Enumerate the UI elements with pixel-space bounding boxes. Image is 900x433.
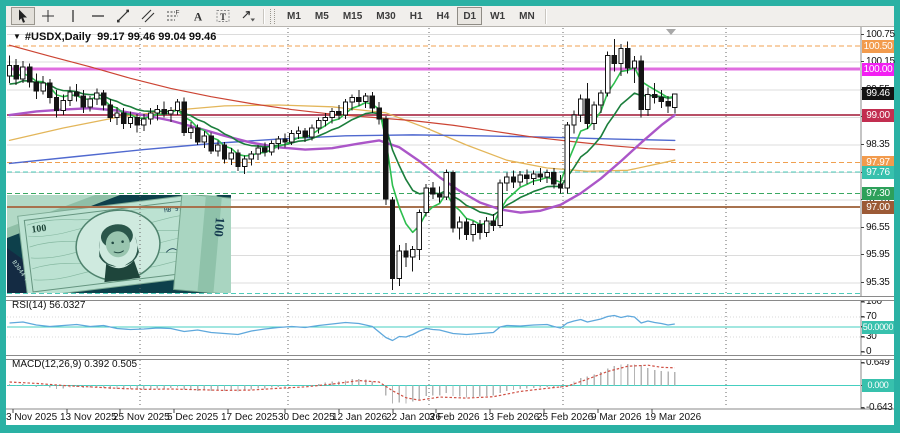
timeframe-button-m1[interactable]: M1 (281, 7, 307, 25)
fibonacci-tool-button[interactable]: F (161, 7, 185, 25)
price-level-badge: 100.00 (862, 63, 894, 76)
svg-text:F: F (175, 10, 179, 17)
ma-red (10, 45, 675, 149)
svg-text:T: T (219, 12, 225, 22)
text-icon: A (190, 8, 206, 24)
date-label: 25 Feb 2026 (537, 412, 593, 423)
indicator-level-badge: 50.0000 (862, 321, 894, 334)
timeframe-button-m5[interactable]: M5 (309, 7, 335, 25)
symbol-name: #USDX,Daily (25, 31, 91, 43)
vertical-line-icon (65, 8, 81, 24)
rsi-panel-splitter[interactable] (6, 296, 894, 301)
price-tick: 95.95 (866, 249, 898, 260)
channel-tool-button[interactable] (136, 7, 160, 25)
timeframe-button-m15[interactable]: M15 (337, 7, 368, 25)
shapes-tool-button[interactable] (236, 7, 260, 25)
macd-value: 0.392 0.505 (84, 359, 137, 370)
timeframe-button-w1[interactable]: W1 (484, 7, 511, 25)
date-label: 3 Feb 2026 (429, 412, 480, 423)
timeframe-button-mn[interactable]: MN (513, 7, 541, 25)
indicator-level-badge: 0.000 (862, 379, 894, 392)
price-level-badge: 97.30 (862, 187, 894, 200)
price-level-badge: 99.46 (862, 87, 894, 100)
price-level-badge: 100.50 (862, 40, 894, 53)
price-tick: 95.35 (866, 277, 898, 288)
channel-icon (140, 8, 156, 24)
price-tick: 96.55 (866, 222, 898, 233)
shapes-icon (240, 8, 256, 24)
crosshair-tool-button[interactable] (36, 7, 60, 25)
macd-label: MACD(12,26,9) 0.392 0.505 (12, 359, 137, 370)
chart-canvas[interactable]: 100100HB 572830100B3044 M (6, 27, 894, 425)
text-label-tool-button[interactable]: T (211, 7, 235, 25)
timeframe-button-d1[interactable]: D1 (457, 7, 482, 25)
toolbar-separator (545, 9, 547, 24)
svg-text:A: A (193, 12, 202, 24)
symbol-menu-toggle[interactable]: ▼ (13, 32, 21, 41)
macd-scale-tick: -0.643 (866, 402, 898, 413)
date-label: 30 Dec 2025 (278, 412, 335, 423)
text-label-icon: T (215, 8, 231, 24)
chart-title: ▼ #USDX,Daily 99.17 99.46 99.04 99.46 (13, 31, 216, 43)
ohlc-readout: 99.17 99.46 99.04 99.46 (97, 31, 216, 43)
date-label: 13 Nov 2025 (60, 412, 117, 423)
cursor-tool-button[interactable] (11, 7, 35, 25)
date-label: 17 Dec 2025 (221, 412, 278, 423)
crosshair-icon (40, 8, 56, 24)
toolbar-separator (263, 9, 265, 24)
trendline-icon (115, 8, 131, 24)
horizontal-line-tool-button[interactable] (86, 7, 110, 25)
macd-signal-line (10, 365, 675, 400)
date-label: 13 Feb 2026 (483, 412, 539, 423)
text-tool-button[interactable]: A (186, 7, 210, 25)
price-level-badge: 97.76 (862, 166, 894, 179)
fibonacci-icon: F (165, 8, 181, 24)
rsi-label: RSI(14) 56.0327 (12, 300, 85, 311)
timeframe-button-h1[interactable]: H1 (404, 7, 429, 25)
trading-terminal-window: F A T M1M5M15M30H1H4D1W1MN 100100HB 5728301… (0, 0, 900, 433)
date-label: 25 Nov 2025 (113, 412, 170, 423)
date-label: 5 Dec 2025 (167, 412, 218, 423)
horizontal-line-icon (90, 8, 106, 24)
date-label: 3 Nov 2025 (6, 412, 57, 423)
vertical-line-tool-button[interactable] (61, 7, 85, 25)
price-level-badge: 97.00 (862, 201, 894, 214)
date-label: 12 Jan 2026 (332, 412, 387, 423)
price-tick: 98.35 (866, 139, 898, 150)
trendline-tool-button[interactable] (111, 7, 135, 25)
rsi-value: 56.0327 (49, 300, 85, 311)
timeframe-button-h4[interactable]: H4 (431, 7, 456, 25)
ma-blue (10, 135, 675, 164)
cursor-icon (15, 8, 31, 24)
timeframe-button-m30[interactable]: M30 (370, 7, 401, 25)
toolbar-grip[interactable] (270, 9, 275, 24)
date-label: 9 Mar 2026 (591, 412, 642, 423)
price-level-badge: 99.00 (862, 109, 894, 122)
chart-toolbar: F A T M1M5M15M30H1H4D1W1MN (6, 6, 894, 27)
macd-panel-splitter[interactable] (6, 355, 894, 360)
price-tick: 100.75 (866, 29, 898, 40)
date-label: 19 Mar 2026 (645, 412, 701, 423)
